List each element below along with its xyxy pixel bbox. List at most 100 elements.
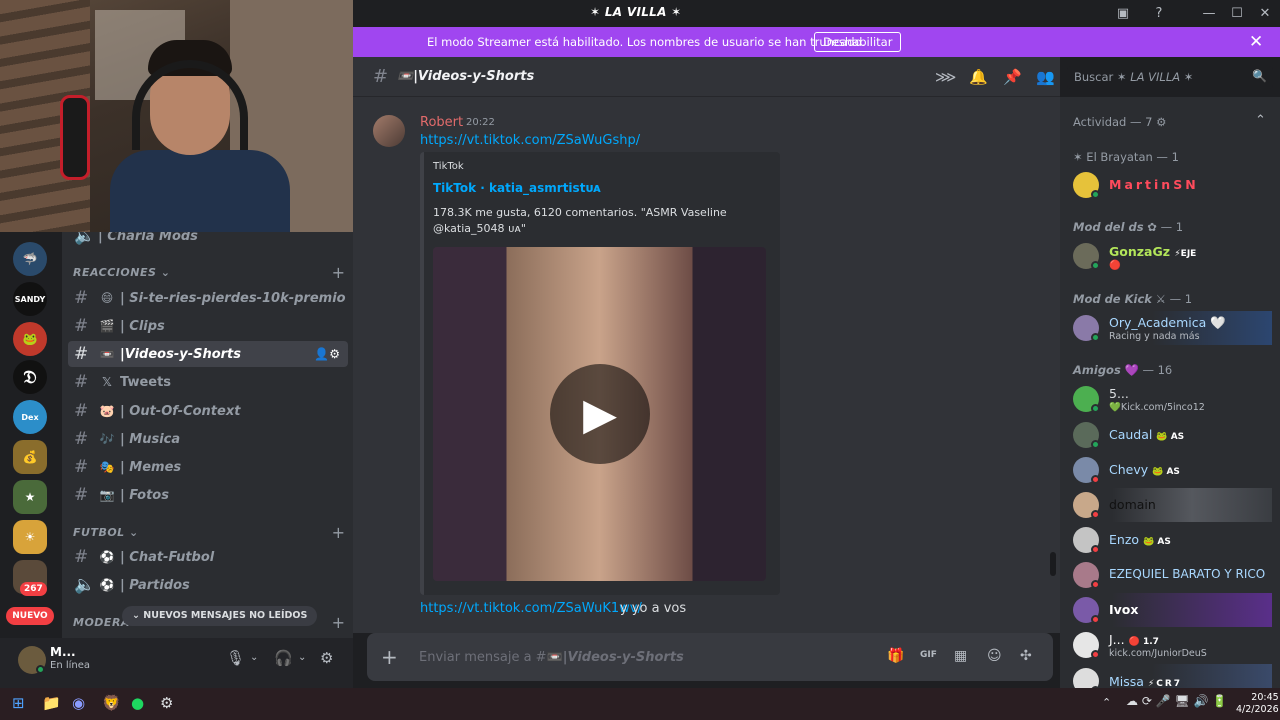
status-dot <box>1091 510 1100 519</box>
clock-date: 4/2/2026 <box>1236 704 1279 715</box>
category-futbol[interactable]: FUTBOL ⌄ <box>73 526 139 539</box>
hash-icon: # <box>74 485 89 505</box>
channel-musica[interactable]: # 🎶 | Musica <box>68 426 348 452</box>
x-logo-icon: 𝕏 <box>102 375 112 389</box>
message-list: Robert 20:22 https://vt.tiktok.com/ZSaWu… <box>353 97 1060 633</box>
invite-and-settings-icons[interactable]: 👤⚙ <box>314 347 340 361</box>
server-icon-dex[interactable]: Dex <box>13 400 47 434</box>
status-dot <box>1091 261 1100 270</box>
play-icon[interactable]: ▶ <box>550 364 650 464</box>
sticker-icon[interactable]: ▦ <box>954 648 967 664</box>
search-input[interactable]: Buscar ✶ LA VILLA ✶ 🔍 <box>1067 66 1273 89</box>
member-item[interactable]: Caudal 🐸 AS <box>1072 418 1272 452</box>
message-link[interactable]: https://vt.tiktok.com/ZSaWuGshp/ <box>420 133 640 148</box>
headphones-icon[interactable]: 🎧 <box>274 649 293 667</box>
banner-message: El modo Streamer está habilitado. Los no… <box>427 35 866 49</box>
member-item[interactable]: domain <box>1072 488 1272 522</box>
minimize-button[interactable]: — <box>1198 4 1220 24</box>
member-item[interactable]: Chevy 🐸 AS <box>1072 453 1272 487</box>
chevron-down-icon[interactable]: ⌄ <box>250 652 258 663</box>
channel-fotos[interactable]: # 📷 | Fotos <box>68 482 348 508</box>
help-icon[interactable]: ? <box>1148 4 1170 24</box>
channel-partidos[interactable]: 🔈 ⚽ | Partidos <box>68 572 348 598</box>
server-icon-d[interactable]: 𝔇 <box>13 360 47 394</box>
channel-header: # 📼|Videos-y-Shorts ⋙ 🔔 📌 👥 <box>353 57 1060 97</box>
channel-memes[interactable]: # 🎭 | Memes <box>68 454 348 480</box>
server-icon-gold[interactable]: 💰 <box>13 440 47 474</box>
members-icon[interactable]: 👥 <box>1036 68 1055 86</box>
member-item[interactable]: Ivox <box>1072 593 1272 627</box>
clock[interactable]: 20:45 4/2/2026 <box>1236 692 1279 716</box>
channel-clips[interactable]: # 🎬 | Clips <box>68 313 348 339</box>
close-icon[interactable]: ✕ <box>1249 32 1263 52</box>
streamer-mode-banner: El modo Streamer está habilitado. Los no… <box>353 27 1280 57</box>
user-name: M... <box>50 645 76 659</box>
category-reacciones[interactable]: REACCIONES ⌄ <box>73 266 170 279</box>
member-item[interactable]: 5... 💚Kick.com/5inco12 <box>1072 382 1272 416</box>
new-badge[interactable]: NUEVO <box>6 607 54 625</box>
server-icon-gta[interactable]: ★ <box>13 480 47 514</box>
server-icon-sandy[interactable]: SANDY <box>13 282 47 316</box>
apps-icon[interactable]: ✣ <box>1020 648 1032 664</box>
channel-si-te-ries[interactable]: # 😄 | Si-te-ries-pierdes-10k-premio <box>68 285 348 311</box>
file-explorer-icon[interactable]: 📁 <box>42 694 61 712</box>
member-item[interactable]: Ory_Academica 🤍 Racing y nada más <box>1072 311 1272 345</box>
channel-videos-y-shorts[interactable]: # 📼 |Videos-y-Shorts 👤⚙ <box>68 341 348 367</box>
member-item[interactable]: EZEQUIEL BARATO Y RICO <box>1072 558 1272 592</box>
spotify-icon[interactable]: ● <box>131 694 144 712</box>
message-link[interactable]: https://vt.tiktok.com/ZSaWuK1wv/ <box>420 601 642 616</box>
add-channel-icon[interactable]: + <box>332 263 345 282</box>
tray-icons[interactable]: ☁ ⟳ 🎤 🖥 🔊 🔋 <box>1126 694 1227 708</box>
member-item[interactable]: Missa ⚡CR7 <box>1072 664 1272 688</box>
gear-icon[interactable]: ⚙ <box>320 649 333 667</box>
discord-icon[interactable]: ◉ <box>72 694 85 712</box>
threads-icon[interactable]: ⋙ <box>935 68 956 86</box>
embed-video[interactable]: ▶ <box>433 247 766 581</box>
activity-header[interactable]: Actividad — 7 ⚙ <box>1073 115 1166 129</box>
pin-icon[interactable]: 📌 <box>1003 68 1022 86</box>
channel-chat-futbol[interactable]: # ⚽ | Chat-Futbol <box>68 544 348 570</box>
channel-tweets[interactable]: # 𝕏 Tweets <box>68 369 348 395</box>
member-name: Chevy 🐸 AS <box>1109 462 1180 477</box>
member-name: 5... <box>1109 386 1129 401</box>
brave-browser-icon[interactable]: 🦁 <box>102 694 121 712</box>
windows-start-icon[interactable]: ⊞ <box>12 694 25 712</box>
member-name: MartinSN <box>1109 177 1199 192</box>
emoji-icon[interactable]: ☺ <box>987 648 1002 664</box>
channel-out-of-context[interactable]: # 🐷 | Out-Of-Context <box>68 398 348 424</box>
member-item[interactable]: Enzo 🐸 AS <box>1072 523 1272 557</box>
inbox-icon[interactable]: ▣ <box>1112 4 1134 24</box>
server-icon-frog[interactable]: 🐸 <box>13 322 47 356</box>
member-item[interactable]: GonzaGz ⚡EJE 🔴 <box>1072 239 1272 273</box>
scrollbar[interactable] <box>1050 552 1056 576</box>
embed-title[interactable]: TikTok · katia_asmrtistᴜᴀ <box>433 181 601 195</box>
avatar[interactable] <box>373 115 405 147</box>
server-icon-villa[interactable]: ☀ <box>13 520 47 554</box>
hash-icon: # <box>74 547 89 567</box>
member-item[interactable]: J... 🔴 1.7 kick.com/JuniorDeuS <box>1072 628 1272 662</box>
chevron-up-icon[interactable]: ⌃ <box>1255 113 1266 128</box>
server-icon-shark[interactable]: 🦈 <box>13 242 47 276</box>
online-status-dot <box>36 665 45 674</box>
add-channel-icon[interactable]: + <box>332 613 345 632</box>
member-list: Actividad — 7 ⚙ ⌃ ✶ El Brayatan — 1 Mart… <box>1060 97 1280 688</box>
gift-icon[interactable]: 🎁 <box>887 648 904 664</box>
bell-icon[interactable]: 🔔 <box>969 68 988 86</box>
maximize-button[interactable]: ☐ <box>1226 4 1248 24</box>
disable-streamer-button[interactable]: Deshabilitar <box>814 32 902 52</box>
member-name: Missa ⚡CR7 <box>1109 674 1183 688</box>
chevron-up-icon[interactable]: ⌃ <box>1102 696 1111 709</box>
close-window-button[interactable]: ✕ <box>1254 4 1276 24</box>
app-icon[interactable]: ⚙ <box>160 694 173 712</box>
new-messages-pill[interactable]: ⌄ NUEVOS MENSAJES NO LEÍDOS <box>122 606 318 626</box>
section-mod-del-ds: Mod del ds ✿ — 1 <box>1073 220 1184 234</box>
gif-icon[interactable]: GIF <box>920 650 937 660</box>
add-channel-icon[interactable]: + <box>332 523 345 542</box>
add-attachment-icon[interactable]: + <box>381 645 398 669</box>
member-item[interactable]: MartinSN <box>1072 168 1272 202</box>
message-composer[interactable]: + Enviar mensaje a #📼|Videos-y-Shorts 🎁 … <box>367 633 1053 681</box>
microphone-icon[interactable]: 🎙 <box>226 649 245 667</box>
channel-charla-mods[interactable]: 🔈 | Charla Mods <box>68 232 348 249</box>
chevron-down-icon[interactable]: ⌄ <box>298 652 306 663</box>
message-author[interactable]: Robert <box>420 115 463 130</box>
